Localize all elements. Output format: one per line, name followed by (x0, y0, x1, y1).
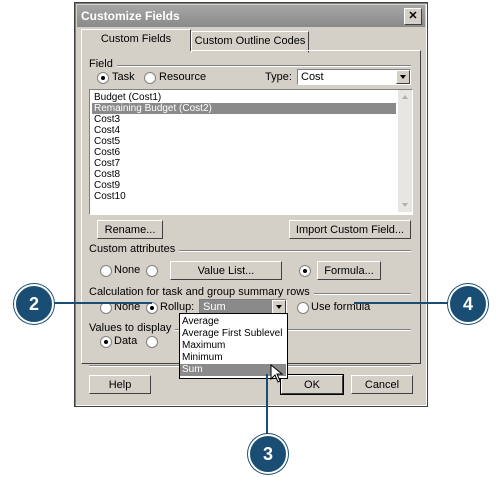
list-item[interactable]: Cost7 (94, 158, 120, 169)
rollup-value: Sum (200, 300, 272, 314)
dialog-title: Customize Fields (81, 9, 180, 23)
ok-button[interactable]: OK (280, 374, 344, 395)
value-list-button[interactable]: Value List... (170, 261, 282, 280)
list-item[interactable]: Cost10 (94, 191, 126, 202)
callout-4: 4 (448, 284, 488, 324)
resource-label: Resource (159, 71, 207, 83)
field-group-label: Field (89, 58, 117, 70)
import-custom-field-button[interactable]: Import Custom Field... (289, 220, 411, 239)
calculation-label: Calculation for task and group summary r… (89, 286, 314, 298)
task-label: Task (112, 71, 135, 83)
callout-3: 3 (248, 434, 288, 474)
task-radio[interactable] (97, 72, 109, 84)
callout-2-line (52, 302, 152, 304)
type-label: Type: (265, 71, 292, 83)
list-item[interactable]: Budget (Cost1) (94, 92, 161, 103)
mouse-pointer-icon (270, 364, 284, 383)
values-to-display-label: Values to display (89, 322, 176, 334)
type-dropdown[interactable]: Cost (297, 69, 411, 85)
callout-4-line (354, 302, 452, 304)
resource-radio[interactable] (144, 72, 156, 84)
tab-custom-fields[interactable]: Custom Fields (81, 29, 191, 51)
formula-button[interactable]: Formula... (317, 261, 381, 280)
divider (89, 65, 411, 67)
list-item[interactable]: Cost8 (94, 169, 120, 180)
attributes-none-radio[interactable] (100, 265, 112, 277)
attributes-none-label: None (114, 264, 141, 276)
value-list-radio[interactable] (146, 265, 158, 277)
list-item[interactable]: Cost4 (94, 125, 120, 136)
rollup-option[interactable]: Average (180, 316, 286, 328)
data-radio[interactable] (100, 336, 112, 348)
graphical-indicators-radio[interactable] (146, 336, 158, 348)
title-bar: Customize Fields ✕ (77, 5, 425, 27)
cancel-button[interactable]: Cancel (351, 375, 413, 394)
list-item[interactable]: Cost9 (94, 180, 120, 191)
scroll-arrows-icon (402, 95, 408, 207)
rollup-label: Rollup: (160, 301, 195, 313)
tab-label: Custom Fields (100, 33, 172, 45)
list-item[interactable]: Cost6 (94, 147, 120, 158)
data-label: Data (114, 335, 138, 347)
formula-radio[interactable] (299, 265, 311, 277)
chevron-down-icon[interactable] (272, 300, 286, 314)
field-list[interactable]: Budget (Cost1) Remaining Budget (Cost2) … (89, 89, 413, 215)
rename-button[interactable]: Rename... (97, 220, 163, 239)
rollup-option[interactable]: Minimum (180, 352, 286, 364)
list-item-selected[interactable]: Remaining Budget (Cost2) (92, 103, 396, 114)
type-value: Cost (301, 71, 324, 83)
tab-label: Custom Outline Codes (194, 35, 306, 47)
chevron-down-icon[interactable] (396, 70, 410, 84)
close-icon[interactable]: ✕ (404, 8, 422, 25)
use-formula-radio[interactable] (297, 302, 309, 314)
list-item[interactable]: Cost3 (94, 114, 120, 125)
list-item[interactable]: Cost5 (94, 136, 120, 147)
rollup-option[interactable]: Average First Sublevel (180, 328, 286, 340)
list-scrollbar[interactable] (398, 90, 412, 212)
callout-2: 2 (14, 284, 54, 324)
help-button[interactable]: Help (89, 375, 151, 394)
custom-attributes-label: Custom attributes (89, 243, 180, 255)
rollup-option[interactable]: Maximum (180, 340, 286, 352)
callout-3-line (266, 374, 268, 436)
